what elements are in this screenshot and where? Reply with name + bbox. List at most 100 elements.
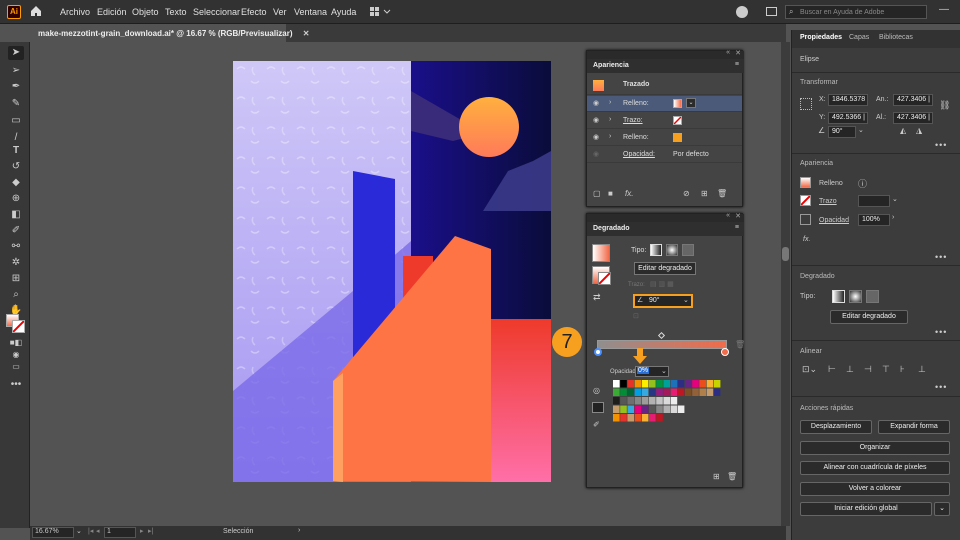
more-tools-icon[interactable]: ••• bbox=[8, 378, 24, 392]
expand-chevron-icon[interactable]: › bbox=[609, 133, 611, 140]
menu-ver[interactable]: Ver bbox=[273, 7, 287, 17]
linear-gradient-button[interactable] bbox=[832, 290, 845, 303]
swatch-cell[interactable] bbox=[713, 388, 721, 397]
swatch-cell[interactable] bbox=[627, 405, 634, 414]
swatch-cell[interactable] bbox=[663, 397, 670, 405]
menu-objeto[interactable]: Objeto bbox=[132, 7, 159, 17]
reference-point-icon[interactable] bbox=[800, 98, 812, 110]
menu-efecto[interactable]: Efecto bbox=[241, 7, 267, 17]
y-field[interactable]: 492.5366 | bbox=[828, 112, 868, 124]
prev-artboard-icon[interactable]: ◂ bbox=[96, 527, 100, 535]
align-right-icon[interactable]: ⊣ bbox=[864, 364, 872, 375]
height-field[interactable]: 427.3406 | bbox=[893, 112, 933, 124]
global-edit-dropdown-icon[interactable]: ⌄ bbox=[934, 502, 950, 516]
eyedropper-tool-icon[interactable]: ✐ bbox=[8, 224, 24, 238]
new-swatch-icon[interactable]: ⊞ bbox=[713, 472, 720, 481]
swatch-cell[interactable] bbox=[627, 397, 634, 405]
close-panel-icon[interactable]: ✕ bbox=[735, 212, 741, 220]
appearance-row-fill-1[interactable]: ◉ › Relleno: ⌄ bbox=[587, 96, 742, 112]
swatch-cell[interactable] bbox=[620, 414, 627, 422]
swatch-cell[interactable] bbox=[677, 380, 685, 388]
stroke-none-proxy[interactable] bbox=[598, 272, 611, 285]
next-artboard-icon[interactable]: ▸ bbox=[140, 527, 144, 535]
align-to-icon[interactable]: ⊡⌄ bbox=[802, 364, 817, 375]
recolor-button[interactable]: Volver a colorear bbox=[800, 482, 950, 496]
gradient-preview-swatch[interactable] bbox=[592, 244, 610, 262]
swatch-cell[interactable] bbox=[663, 388, 670, 397]
opacity-label[interactable]: Opacidad: bbox=[623, 151, 655, 158]
close-tab-icon[interactable]: ✕ bbox=[303, 29, 310, 38]
fill-orange-swatch[interactable] bbox=[673, 133, 682, 142]
swatch-cell[interactable] bbox=[641, 405, 649, 414]
freeform-gradient-button[interactable] bbox=[866, 290, 879, 303]
reverse-gradient-icon[interactable]: ⇄ bbox=[593, 292, 601, 303]
scrollbar-thumb[interactable] bbox=[782, 247, 789, 261]
menu-texto[interactable]: Texto bbox=[165, 7, 187, 17]
angle-dropdown-icon[interactable]: ⌄ bbox=[683, 296, 689, 304]
swatch-cell[interactable] bbox=[663, 405, 670, 414]
edit-gradient-button[interactable]: Editar degradado bbox=[634, 262, 696, 275]
swatch-cell[interactable] bbox=[656, 380, 663, 388]
menu-ayuda[interactable]: Ayuda bbox=[331, 7, 356, 17]
eraser-tool-icon[interactable]: ◆ bbox=[8, 176, 24, 190]
stroke-label[interactable]: Trazo bbox=[819, 198, 837, 205]
add-effect-icon[interactable]: fx. bbox=[803, 236, 810, 243]
swatch-cell[interactable] bbox=[685, 388, 692, 397]
swatch-cell[interactable] bbox=[641, 397, 649, 405]
swatch-cell[interactable] bbox=[613, 397, 620, 405]
panel-collapse-bar[interactable]: « ✕ bbox=[587, 49, 744, 59]
fill-gradient-swatch[interactable] bbox=[673, 99, 682, 108]
swatch-cell[interactable] bbox=[663, 380, 670, 388]
swatch-cell[interactable] bbox=[634, 414, 642, 422]
zoom-dropdown-icon[interactable]: ⌄ bbox=[76, 527, 82, 535]
tab-libraries[interactable]: Bibliotecas bbox=[879, 34, 913, 41]
swatch-cell[interactable] bbox=[634, 380, 642, 388]
collapse-icon[interactable]: « bbox=[726, 49, 730, 56]
align-top-icon[interactable]: ⊤ bbox=[882, 364, 890, 375]
swatch-cell[interactable] bbox=[656, 405, 663, 414]
search-input[interactable]: Buscar en Ayuda de Adobe bbox=[800, 9, 884, 16]
swatch-cell[interactable] bbox=[649, 388, 656, 397]
expand-shape-button[interactable]: Expandir forma bbox=[878, 420, 950, 434]
opacity-field[interactable]: 0% ⌄ bbox=[635, 366, 669, 377]
swatch-kind-icon[interactable]: ◎ bbox=[593, 386, 600, 395]
freeform-gradient-button[interactable] bbox=[682, 244, 694, 256]
status-menu-icon[interactable]: › bbox=[298, 527, 300, 534]
swatch-cell[interactable] bbox=[634, 388, 642, 397]
add-stroke-icon[interactable]: ▢ bbox=[593, 189, 601, 198]
more-options-icon[interactable]: ••• bbox=[935, 327, 947, 337]
panel-menu-icon[interactable]: ≡ bbox=[735, 224, 739, 231]
add-effect-icon[interactable]: fx. bbox=[625, 189, 633, 198]
gradient-tool-icon[interactable]: ◧ bbox=[8, 208, 24, 222]
more-options-icon[interactable]: ••• bbox=[935, 252, 947, 262]
align-left-icon[interactable]: ⊢ bbox=[828, 364, 836, 375]
curvature-tool-icon[interactable]: ✎ bbox=[8, 97, 24, 111]
rotate-tool-icon[interactable]: ↺ bbox=[8, 160, 24, 174]
stroke-swatch[interactable] bbox=[800, 195, 811, 206]
swatch-cell[interactable] bbox=[634, 397, 642, 405]
swatch-cell[interactable] bbox=[641, 380, 649, 388]
panel-collapse-bar[interactable]: « ✕ bbox=[587, 212, 744, 222]
align-hcenter-icon[interactable]: ⊥ bbox=[846, 364, 854, 375]
swatch-cell[interactable] bbox=[649, 397, 656, 405]
delete-swatch-icon[interactable]: 🗑 bbox=[727, 472, 737, 481]
gradient-midpoint-marker[interactable] bbox=[657, 331, 666, 340]
clear-appearance-icon[interactable]: ⊘ bbox=[683, 189, 690, 198]
swatch-cell[interactable] bbox=[649, 414, 656, 422]
menu-ventana[interactable]: Ventana bbox=[294, 7, 327, 17]
appearance-row-stroke[interactable]: ◉ › Trazo: bbox=[587, 113, 742, 129]
swatch-cell[interactable] bbox=[706, 388, 714, 397]
swatch-cell[interactable] bbox=[699, 388, 706, 397]
fill-swatch[interactable] bbox=[800, 177, 811, 188]
artboard-field[interactable]: 1 bbox=[104, 527, 136, 538]
angle-field[interactable]: ∠ 90° ⌄ bbox=[633, 294, 693, 308]
duplicate-item-icon[interactable]: ⊞ bbox=[701, 189, 708, 198]
swatch-cell[interactable] bbox=[620, 405, 627, 414]
swatch-cell[interactable] bbox=[677, 388, 685, 397]
gradient-stop-right[interactable] bbox=[721, 348, 729, 356]
opacity-value[interactable]: 0% bbox=[637, 367, 650, 374]
tab-layers[interactable]: Capas bbox=[849, 34, 869, 41]
document-tab[interactable]: make-mezzotint-grain_download.ai* @ 16.6… bbox=[30, 24, 309, 42]
appearance-object-row[interactable]: Trazado bbox=[587, 75, 742, 95]
info-icon[interactable]: ⓘ bbox=[858, 177, 867, 190]
